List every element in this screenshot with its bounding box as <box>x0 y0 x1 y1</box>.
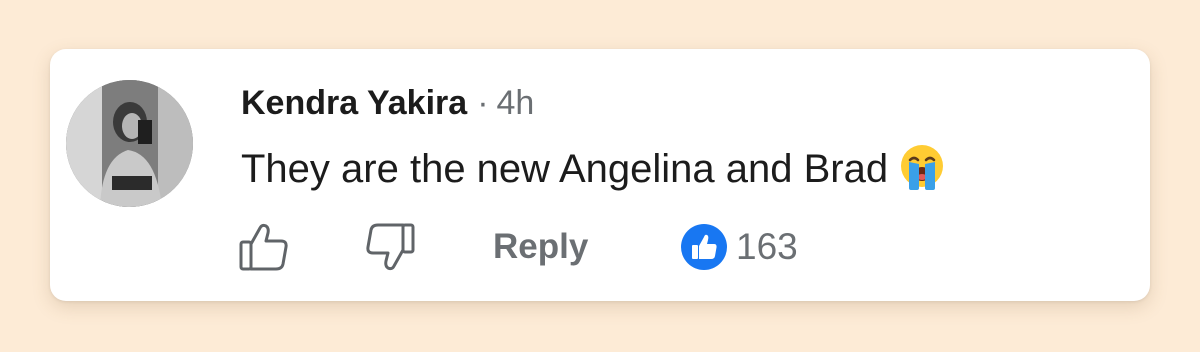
comment-header: Kendra Yakira · 4h <box>241 83 534 123</box>
dislike-button[interactable] <box>363 221 417 273</box>
comment-actions: Reply 163 <box>237 221 877 273</box>
author-name[interactable]: Kendra Yakira <box>241 84 467 122</box>
comment-text: They are the new Angelina and Brad <box>241 147 889 191</box>
timestamp[interactable]: 4h <box>497 84 535 122</box>
comment-card: Kendra Yakira · 4h They are the new Angeli… <box>50 49 1150 301</box>
loudly-crying-face-icon <box>898 142 946 200</box>
reaction-summary[interactable]: 163 <box>680 223 798 271</box>
like-count: 163 <box>736 226 798 267</box>
avatar[interactable] <box>66 80 193 207</box>
thumbs-up-outline-icon <box>239 223 288 271</box>
reply-button[interactable]: Reply <box>493 225 588 269</box>
profile-photo-icon <box>66 80 193 207</box>
thumbs-down-outline-icon <box>366 223 415 271</box>
comment-text-row: They are the new Angelina and Brad <box>241 142 946 200</box>
blue-like-badge-icon <box>681 224 727 270</box>
like-button[interactable] <box>237 221 291 273</box>
meta-separator: · <box>477 84 489 122</box>
